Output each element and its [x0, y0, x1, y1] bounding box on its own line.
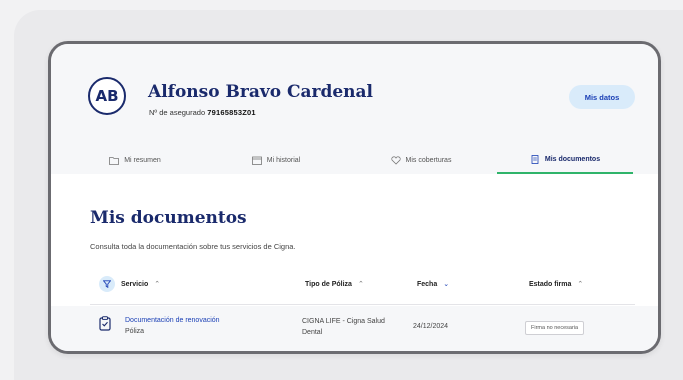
heart-icon [390, 155, 401, 165]
policy-info: Nº de asegurado 79165853Z01 [149, 108, 256, 117]
document-date: 24/12/2024 [413, 323, 449, 330]
policy-type-cont: Dental [302, 329, 323, 336]
column-header-fecha[interactable]: Fecha ⌄ [417, 280, 450, 289]
column-label: Tipo de Póliza [305, 280, 352, 288]
tab-label: Mis coberturas [405, 156, 452, 164]
filter-button[interactable] [99, 276, 115, 292]
column-header-estado[interactable]: Estado firma ⌃ [529, 280, 584, 289]
tab-mi-historial[interactable]: Mi historial [208, 146, 344, 174]
page-title: Mis documentos [90, 208, 247, 228]
page-subtitle: Consulta toda la documentación sobre tus… [90, 242, 296, 251]
calendar-icon [251, 156, 262, 165]
user-name: Alfonso Bravo Cardenal [148, 82, 374, 102]
clipboard-icon [99, 316, 111, 331]
document-link[interactable]: Documentación de renovación [125, 317, 220, 324]
column-label: Estado firma [529, 280, 572, 288]
tab-label: Mi historial [266, 156, 301, 164]
document-type: Póliza [125, 328, 145, 335]
tab-bar: Mi resumen Mi historial Mis coberturas M… [51, 146, 658, 174]
sort-up-icon: ⌃ [357, 281, 364, 288]
policy-label: Nº de asegurado [149, 108, 206, 117]
sort-down-icon: ⌄ [443, 281, 450, 288]
sort-up-icon: ⌃ [577, 281, 584, 288]
status-badge: Firma no necesaria [525, 321, 585, 335]
folder-icon [109, 156, 120, 165]
column-label: Servicio [121, 280, 149, 288]
table-divider [90, 304, 635, 305]
app-window: AB Alfonso Bravo Cardenal Nº de asegurad… [48, 41, 661, 354]
filter-icon [103, 280, 111, 288]
tab-mis-coberturas[interactable]: Mis coberturas [353, 146, 489, 174]
profile-header: AB Alfonso Bravo Cardenal Nº de asegurad… [51, 44, 658, 174]
tab-label: Mis documentos [544, 155, 601, 163]
sort-up-icon: ⌃ [154, 281, 161, 288]
tab-label: Mi resumen [124, 156, 161, 164]
avatar: AB [88, 77, 126, 115]
mis-datos-button[interactable]: Mis datos [569, 85, 635, 109]
document-icon [531, 154, 539, 164]
column-label: Fecha [417, 280, 438, 288]
policy-number: 79165853Z01 [207, 108, 256, 117]
policy-type: CIGNA LIFE - Cigna Salud [302, 318, 385, 325]
column-header-tipo[interactable]: Tipo de Póliza ⌃ [305, 280, 364, 289]
tab-mis-documentos[interactable]: Mis documentos [497, 146, 633, 174]
tab-mi-resumen[interactable]: Mi resumen [67, 146, 203, 174]
column-header-servicio[interactable]: Servicio ⌃ [99, 276, 160, 292]
